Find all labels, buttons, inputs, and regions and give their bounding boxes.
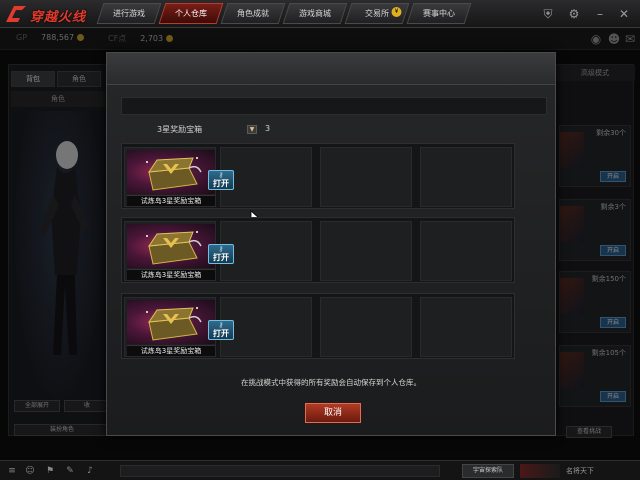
box-slot[interactable]: 试炼岛3星奖励宝箱 bbox=[124, 147, 216, 207]
chat-input[interactable] bbox=[120, 465, 440, 477]
empty-slot bbox=[420, 221, 512, 281]
box-count: 3 bbox=[265, 124, 271, 133]
empty-slot bbox=[320, 297, 412, 357]
key-icon: ⚷ bbox=[218, 321, 224, 329]
dialog-header bbox=[107, 53, 555, 85]
empty-slot bbox=[320, 147, 412, 207]
settings-icon[interactable]: ⚙ bbox=[566, 6, 582, 22]
tab-shop[interactable]: 游戏商城 bbox=[282, 3, 348, 24]
tab-shop-label: 游戏商城 bbox=[299, 9, 331, 18]
game-logo: 穿越火线 bbox=[4, 2, 96, 26]
tab-exchange[interactable]: 交易所 ¥ bbox=[344, 3, 410, 24]
volume-icon[interactable]: ♪ bbox=[84, 465, 96, 477]
auto-save-notice: 在挑战模式中获得的所有奖励会自动保存到个人仓库。 bbox=[241, 378, 421, 387]
tab-exchange-label: 交易所 bbox=[365, 9, 389, 18]
close-icon[interactable]: ✕ bbox=[616, 6, 632, 22]
tab-inventory-label: 个人仓库 bbox=[175, 9, 207, 18]
open-box-button[interactable]: ⚷ 打开 bbox=[208, 170, 234, 190]
exchange-badge-icon: ¥ bbox=[391, 7, 402, 17]
friends-icon[interactable]: ☺ bbox=[24, 465, 36, 477]
cancel-button[interactable]: 取消 bbox=[305, 403, 361, 423]
box-row: 试炼岛3星奖励宝箱 ⚷ 打开 bbox=[121, 217, 515, 283]
logo-title: 穿越火线 bbox=[30, 10, 87, 25]
tab-achievements-label: 角色成就 bbox=[237, 9, 269, 18]
promo-banner[interactable] bbox=[520, 464, 560, 478]
tab-achievements[interactable]: 角色成就 bbox=[220, 3, 286, 24]
empty-slot bbox=[320, 221, 412, 281]
treasure-box-image bbox=[127, 300, 215, 344]
open-box-label: 打开 bbox=[213, 179, 229, 188]
treasure-box-image bbox=[127, 224, 215, 268]
minimize-icon[interactable]: – bbox=[592, 6, 608, 22]
dialog-subheader bbox=[121, 97, 547, 115]
game-client-window: 穿越火线 进行游戏 个人仓库 角色成就 游戏商城 交易所 ¥ 赛事中心 ⛨ ⚙ –… bbox=[0, 0, 640, 480]
menu-icon[interactable]: ≡ bbox=[6, 465, 18, 477]
tab-inventory[interactable]: 个人仓库 bbox=[158, 3, 224, 24]
box-name: 试炼岛3星奖励宝箱 bbox=[127, 269, 215, 280]
box-slot[interactable]: 试炼岛3星奖励宝箱 bbox=[124, 297, 216, 357]
shield-icon[interactable]: ⛨ bbox=[540, 6, 556, 22]
chat-icon[interactable]: ✎ bbox=[64, 465, 76, 477]
treasure-box-image bbox=[127, 150, 215, 194]
empty-slot bbox=[420, 147, 512, 207]
box-row: 试炼岛3星奖励宝箱 ⚷ 打开 bbox=[121, 143, 515, 226]
box-type-selector[interactable]: 3星奖励宝箱 ▼ 3 bbox=[121, 123, 547, 137]
chevron-down-icon[interactable]: ▼ bbox=[247, 125, 257, 134]
bottom-bar: ≡ ☺ ⚑ ✎ ♪ 宇宙探索队 名将天下 bbox=[0, 460, 640, 480]
treasure-box-dialog: 3星奖励宝箱 ▼ 3 试炼岛3星奖励宝箱 ⚷ 打开 试炼岛3星奖励宝箱 ⚷ 打开… bbox=[106, 52, 556, 436]
empty-slot bbox=[420, 297, 512, 357]
key-icon: ⚷ bbox=[218, 245, 224, 253]
box-row: 试炼岛3星奖励宝箱 ⚷ 打开 bbox=[121, 293, 515, 359]
open-box-label: 打开 bbox=[213, 253, 229, 262]
chat-channel-button[interactable]: 宇宙探索队 bbox=[462, 464, 514, 478]
open-box-button[interactable]: ⚷ 打开 bbox=[208, 320, 234, 340]
key-icon: ⚷ bbox=[218, 171, 224, 179]
tab-play[interactable]: 进行游戏 bbox=[96, 3, 162, 24]
box-name: 试炼岛3星奖励宝箱 bbox=[127, 345, 215, 356]
box-slot[interactable]: 试炼岛3星奖励宝箱 bbox=[124, 221, 216, 281]
box-name: 试炼岛3星奖励宝箱 bbox=[127, 195, 215, 206]
team-icon[interactable]: ⚑ bbox=[44, 465, 56, 477]
box-type-label: 3星奖励宝箱 bbox=[157, 125, 203, 134]
open-box-button[interactable]: ⚷ 打开 bbox=[208, 244, 234, 264]
player-name: 名将天下 bbox=[566, 467, 594, 475]
tab-play-label: 进行游戏 bbox=[113, 9, 145, 18]
tab-events[interactable]: 赛事中心 bbox=[406, 3, 472, 24]
open-box-label: 打开 bbox=[213, 329, 229, 338]
tab-events-label: 赛事中心 bbox=[423, 9, 455, 18]
top-navigation: 穿越火线 进行游戏 个人仓库 角色成就 游戏商城 交易所 ¥ 赛事中心 ⛨ ⚙ –… bbox=[0, 0, 640, 28]
